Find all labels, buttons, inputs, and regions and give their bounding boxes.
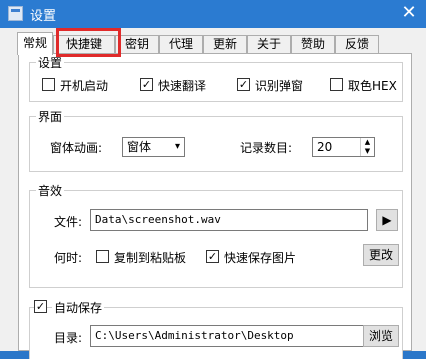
autosave-title: 自动保存 xyxy=(52,299,105,316)
quick-translate-label: 快速翻译 xyxy=(158,79,207,93)
autostart-checkbox[interactable] xyxy=(42,78,55,91)
animation-label: 窗体动画: xyxy=(50,141,103,155)
animation-value: 窗体 xyxy=(127,140,152,154)
quick-save-checkbox[interactable]: ✓ xyxy=(206,250,219,263)
records-value: 20 xyxy=(317,140,333,154)
tab-about[interactable]: 关于 xyxy=(247,35,291,54)
sound-group: 音效 文件: Data\screenshot.wav ▶ 何时: 复制到粘贴板 … xyxy=(29,182,403,288)
records-label: 记录数目: xyxy=(240,141,293,155)
copy-clipboard-label: 复制到粘贴板 xyxy=(114,251,187,265)
title-bar[interactable]: 设置 ✕ xyxy=(0,0,426,28)
play-icon: ▶ xyxy=(382,213,392,227)
change-button[interactable]: 更改 xyxy=(363,244,399,266)
recognize-popup-checkbox[interactable]: ✓ xyxy=(237,78,250,91)
play-button[interactable]: ▶ xyxy=(376,209,398,231)
copy-clipboard-checkbox[interactable] xyxy=(96,250,109,263)
recognize-popup-label: 识别弹窗 xyxy=(255,79,304,93)
settings-group: 设置 开机启动 ✓ 快速翻译 ✓ 识别弹窗 取色HEX xyxy=(29,54,403,102)
file-label: 文件: xyxy=(54,215,83,229)
autosave-checkbox[interactable]: ✓ xyxy=(34,300,47,313)
tab-proxy[interactable]: 代理 xyxy=(159,35,203,54)
app-icon xyxy=(8,6,23,21)
client-area: 常规 快捷键 密钥 代理 更新 关于 赞助 反馈 设置 开机启动 ✓ 快速翻译 … xyxy=(0,28,426,359)
tab-sponsor[interactable]: 赞助 xyxy=(291,35,335,54)
pick-hex-checkbox[interactable] xyxy=(330,78,343,91)
arrow-down-icon[interactable]: ▼ xyxy=(361,147,374,156)
records-stepper[interactable]: 20 ▲ ▼ xyxy=(312,137,375,157)
autosave-group: ✓ 自动保存 目录: C:\Users\Administrator\Deskto… xyxy=(29,299,403,359)
settings-window: 设置 ✕ 常规 快捷键 密钥 代理 更新 关于 赞助 反馈 设置 开机启动 ✓ … xyxy=(0,0,426,359)
tab-keys[interactable]: 密钥 xyxy=(115,35,159,54)
chevron-down-icon: ▾ xyxy=(174,141,180,152)
window-title: 设置 xyxy=(30,9,57,24)
autostart-label: 开机启动 xyxy=(60,79,109,93)
autosave-dir-input[interactable]: C:\Users\Administrator\Desktop xyxy=(90,325,368,347)
tab-feedback[interactable]: 反馈 xyxy=(335,35,379,54)
arrow-up-icon[interactable]: ▲ xyxy=(361,138,374,147)
interface-group-title: 界面 xyxy=(36,108,65,125)
browse-button[interactable]: 浏览 xyxy=(363,325,399,347)
when-label: 何时: xyxy=(54,251,83,265)
interface-group: 界面 窗体动画: 窗体 ▾ 记录数目: 20 ▲ ▼ xyxy=(29,108,403,172)
sound-group-title: 音效 xyxy=(36,182,65,199)
animation-select[interactable]: 窗体 ▾ xyxy=(122,137,185,157)
quick-translate-checkbox[interactable]: ✓ xyxy=(140,78,153,91)
sound-file-input[interactable]: Data\screenshot.wav xyxy=(90,209,368,231)
pick-hex-label: 取色HEX xyxy=(348,79,397,93)
dir-label: 目录: xyxy=(54,331,83,345)
quick-save-label: 快速保存图片 xyxy=(224,251,297,265)
stepper-buttons[interactable]: ▲ ▼ xyxy=(360,138,374,156)
tab-update[interactable]: 更新 xyxy=(203,35,247,54)
hotkeys-tab-highlight xyxy=(56,28,121,57)
tab-general[interactable]: 常规 xyxy=(17,32,53,55)
close-icon[interactable]: ✕ xyxy=(398,2,420,24)
general-panel: 设置 开机启动 ✓ 快速翻译 ✓ 识别弹窗 取色HEX 界面 窗体动画: 窗体 … xyxy=(18,53,412,359)
